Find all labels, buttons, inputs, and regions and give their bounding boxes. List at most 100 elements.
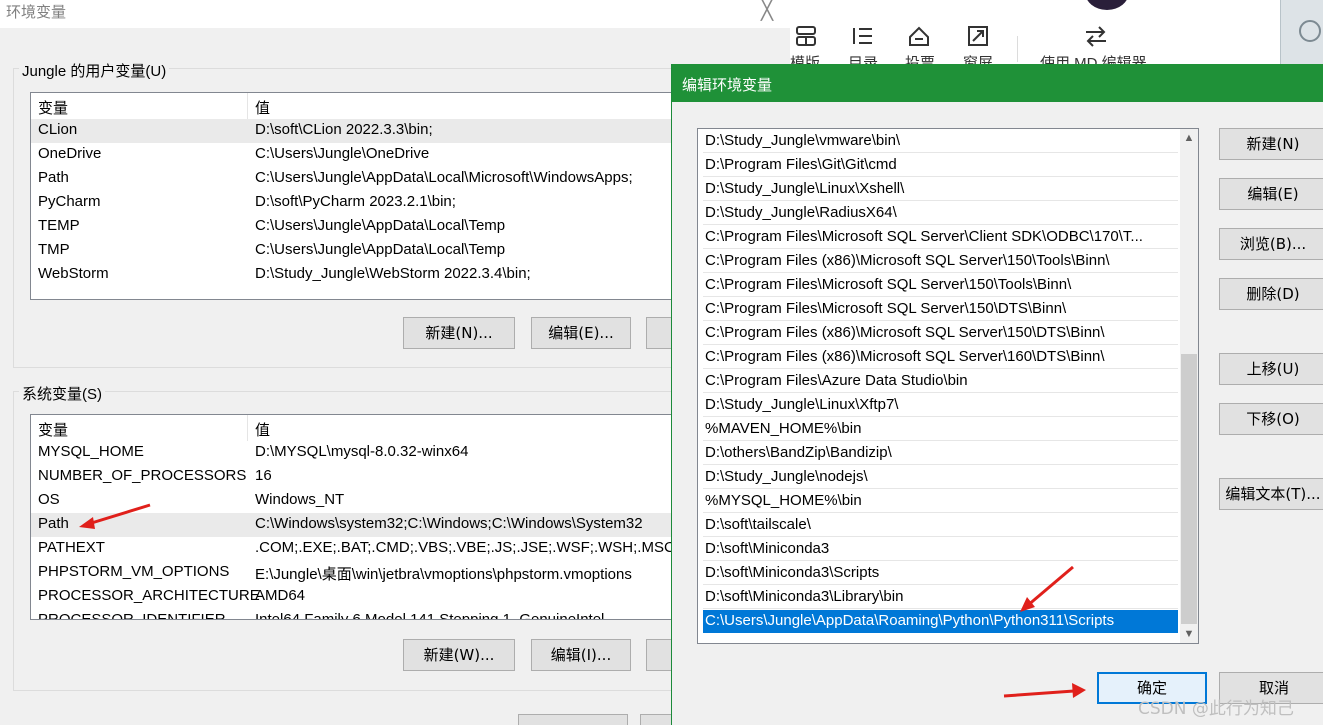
path-entry[interactable]: D:\Study_Jungle\Linux\Xshell\ bbox=[703, 178, 1178, 201]
path-entry[interactable]: C:\Program Files (x86)\Microsoft SQL Ser… bbox=[703, 322, 1178, 345]
path-entry[interactable]: D:\Study_Jungle\nodejs\ bbox=[703, 466, 1178, 489]
scroll-up-arrow-icon[interactable]: ▲ bbox=[1180, 129, 1198, 147]
path-entry[interactable]: D:\soft\Miniconda3\Scripts bbox=[703, 562, 1178, 585]
variable-name: MYSQL_HOME bbox=[38, 443, 144, 460]
user-new-button[interactable]: 新建(N)... bbox=[403, 317, 515, 349]
annotation-arrow-icon bbox=[1003, 683, 1086, 698]
publish-icon bbox=[909, 26, 929, 46]
variable-name: PyCharm bbox=[38, 193, 101, 210]
path-entry[interactable]: D:\Program Files\Git\Git\cmd bbox=[703, 154, 1178, 177]
edit-text-button[interactable]: 编辑文本(T)... bbox=[1219, 478, 1323, 510]
variable-name: PROCESSOR_IDENTIFIER bbox=[38, 611, 226, 620]
vertical-scrollbar[interactable]: ▲ ▼ bbox=[1180, 129, 1198, 643]
close-icon[interactable]: ╳ bbox=[752, 0, 782, 23]
table-row[interactable]: PATHEXT .COM;.EXE;.BAT;.CMD;.VBS;.VBE;.JS… bbox=[31, 537, 689, 561]
variable-value: C:\Users\Jungle\AppData\Local\Microsoft\… bbox=[255, 169, 633, 186]
path-entries-list[interactable]: D:\Study_Jungle\vmware\bin\ D:\Program Fi… bbox=[697, 128, 1199, 644]
path-entry[interactable]: D:\soft\Miniconda3 bbox=[703, 538, 1178, 561]
table-row[interactable]: PHPSTORM_VM_OPTIONS E:\Jungle\桌面\win\jetb… bbox=[31, 561, 689, 585]
editor-ribbon: 模版 目录 投票 窗屏 使用 MD 编辑器 bbox=[790, 0, 1280, 72]
scroll-down-arrow-icon[interactable]: ▼ bbox=[1180, 625, 1198, 643]
path-entry[interactable]: C:\Program Files\Microsoft SQL Server\15… bbox=[703, 298, 1178, 321]
avatar[interactable] bbox=[1085, 0, 1129, 10]
path-entry[interactable]: D:\Study_Jungle\Linux\Xftp7\ bbox=[703, 394, 1178, 417]
table-row[interactable]: PROCESSOR_ARCHITECTURE AMD64 bbox=[31, 585, 689, 609]
variable-name: PHPSTORM_VM_OPTIONS bbox=[38, 563, 230, 580]
ribbon-divider bbox=[1017, 36, 1018, 62]
variable-value: D:\MYSQL\mysql-8.0.32-winx64 bbox=[255, 443, 469, 460]
table-row[interactable]: PROCESSOR_IDENTIFIER Intel64 Family 6 Mod… bbox=[31, 609, 689, 620]
env-dialog-titlebar: 环境变量 ╳ bbox=[0, 0, 790, 28]
new-path-button[interactable]: 新建(N) bbox=[1219, 128, 1323, 160]
move-up-button[interactable]: 上移(U) bbox=[1219, 353, 1323, 385]
watermark-text: CSDN @此行为知己 bbox=[1138, 699, 1294, 719]
edit-path-button[interactable]: 编辑(E) bbox=[1219, 178, 1323, 210]
path-entry[interactable]: C:\Users\Jungle\AppData\Roaming\Python\P… bbox=[703, 610, 1178, 633]
path-entry[interactable]: D:\others\BandZip\Bandizip\ bbox=[703, 442, 1178, 465]
path-entry[interactable]: D:\Study_Jungle\vmware\bin\ bbox=[703, 130, 1178, 153]
system-new-button[interactable]: 新建(W)... bbox=[403, 639, 515, 671]
variable-value: AMD64 bbox=[255, 587, 306, 604]
browse-button[interactable]: 浏览(B)... bbox=[1219, 228, 1323, 260]
table-row[interactable]: PyCharm D:\soft\PyCharm 2023.2.1\bin; bbox=[31, 191, 689, 215]
variable-name: Path bbox=[38, 169, 69, 186]
path-entry[interactable]: D:\soft\tailscale\ bbox=[703, 514, 1178, 537]
column-header-variable[interactable]: 变量 bbox=[38, 419, 68, 440]
column-separator[interactable] bbox=[247, 415, 248, 441]
variable-value: Intel64 Family 6 Model 141 Stepping 1, G… bbox=[255, 611, 605, 620]
table-row[interactable]: WebStorm D:\Study_Jungle\WebStorm 2022.3.… bbox=[31, 263, 689, 287]
search-icon[interactable] bbox=[1299, 20, 1321, 42]
path-entry[interactable]: C:\Program Files\Microsoft SQL Server\Cl… bbox=[703, 226, 1178, 249]
path-entry[interactable]: C:\Program Files (x86)\Microsoft SQL Ser… bbox=[703, 346, 1178, 369]
variable-name: NUMBER_OF_PROCESSORS bbox=[38, 467, 247, 484]
path-entry[interactable]: %MYSQL_HOME%\bin bbox=[703, 490, 1178, 513]
table-row[interactable]: MYSQL_HOME D:\MYSQL\mysql-8.0.32-winx64 bbox=[31, 441, 689, 465]
switch-editor-icon bbox=[1086, 26, 1106, 47]
table-row[interactable]: Path C:\Users\Jungle\AppData\Local\Micros… bbox=[31, 167, 689, 191]
ok-button-partial[interactable] bbox=[518, 714, 628, 725]
column-header-variable[interactable]: 变量 bbox=[38, 97, 68, 118]
user-variables-list[interactable]: 变量 值 CLion D:\soft\CLion 2022.3.3\bin; One… bbox=[30, 92, 690, 300]
toc-icon bbox=[853, 28, 872, 44]
path-entry[interactable]: C:\Program Files\Microsoft SQL Server\15… bbox=[703, 274, 1178, 297]
delete-path-button[interactable]: 删除(D) bbox=[1219, 278, 1323, 310]
path-entry[interactable]: C:\Program Files\Azure Data Studio\bin bbox=[703, 370, 1178, 393]
user-list-header: 变量 值 bbox=[31, 93, 689, 119]
path-entry[interactable]: %MAVEN_HOME%\bin bbox=[703, 418, 1178, 441]
table-row[interactable]: TEMP C:\Users\Jungle\AppData\Local\Temp bbox=[31, 215, 689, 239]
move-down-button[interactable]: 下移(O) bbox=[1219, 403, 1323, 435]
system-variables-group-label: 系统变量(S) bbox=[19, 383, 105, 404]
variable-name: PROCESSOR_ARCHITECTURE bbox=[38, 587, 260, 604]
column-header-value[interactable]: 值 bbox=[255, 419, 270, 440]
column-separator[interactable] bbox=[247, 93, 248, 119]
variable-name: OneDrive bbox=[38, 145, 102, 162]
table-row[interactable]: NUMBER_OF_PROCESSORS 16 bbox=[31, 465, 689, 489]
variable-name: CLion bbox=[38, 121, 78, 138]
table-row[interactable]: OneDrive C:\Users\Jungle\OneDrive bbox=[31, 143, 689, 167]
user-edit-button[interactable]: 编辑(E)... bbox=[531, 317, 631, 349]
variable-value: C:\Users\Jungle\AppData\Local\Temp bbox=[255, 217, 506, 234]
variable-value: .COM;.EXE;.BAT;.CMD;.VBS;.VBE;.JS;.JSE;.… bbox=[255, 539, 675, 556]
system-edit-button[interactable]: 编辑(I)... bbox=[531, 639, 631, 671]
fullscreen-icon bbox=[968, 26, 988, 46]
table-row[interactable]: CLion D:\soft\CLion 2022.3.3\bin; bbox=[31, 119, 689, 143]
template-icon bbox=[796, 26, 816, 46]
column-header-value[interactable]: 值 bbox=[255, 97, 270, 118]
variable-value: 16 bbox=[255, 467, 272, 484]
variable-name: TMP bbox=[38, 241, 70, 258]
variable-name: Path bbox=[38, 515, 69, 532]
user-variables-group-label: Jungle 的用户变量(U) bbox=[19, 60, 170, 81]
variable-value: D:\Study_Jungle\WebStorm 2022.3.4\bin; bbox=[255, 265, 531, 282]
variable-value: C:\Users\Jungle\OneDrive bbox=[255, 145, 430, 162]
annotation-arrow-icon bbox=[79, 503, 151, 529]
variable-value: C:\Windows\system32;C:\Windows;C:\Window… bbox=[255, 515, 643, 532]
variable-value: Windows_NT bbox=[255, 491, 345, 508]
edit-dialog-titlebar[interactable]: 编辑环境变量 bbox=[672, 64, 1323, 102]
side-panel bbox=[1280, 0, 1323, 66]
scrollbar-thumb[interactable] bbox=[1181, 354, 1197, 624]
system-list-header: 变量 值 bbox=[31, 415, 689, 441]
table-row[interactable]: TMP C:\Users\Jungle\AppData\Local\Temp bbox=[31, 239, 689, 263]
path-entry[interactable]: D:\soft\Miniconda3\Library\bin bbox=[703, 586, 1178, 609]
path-entry[interactable]: D:\Study_Jungle\RadiusX64\ bbox=[703, 202, 1178, 225]
path-entry[interactable]: C:\Program Files (x86)\Microsoft SQL Ser… bbox=[703, 250, 1178, 273]
